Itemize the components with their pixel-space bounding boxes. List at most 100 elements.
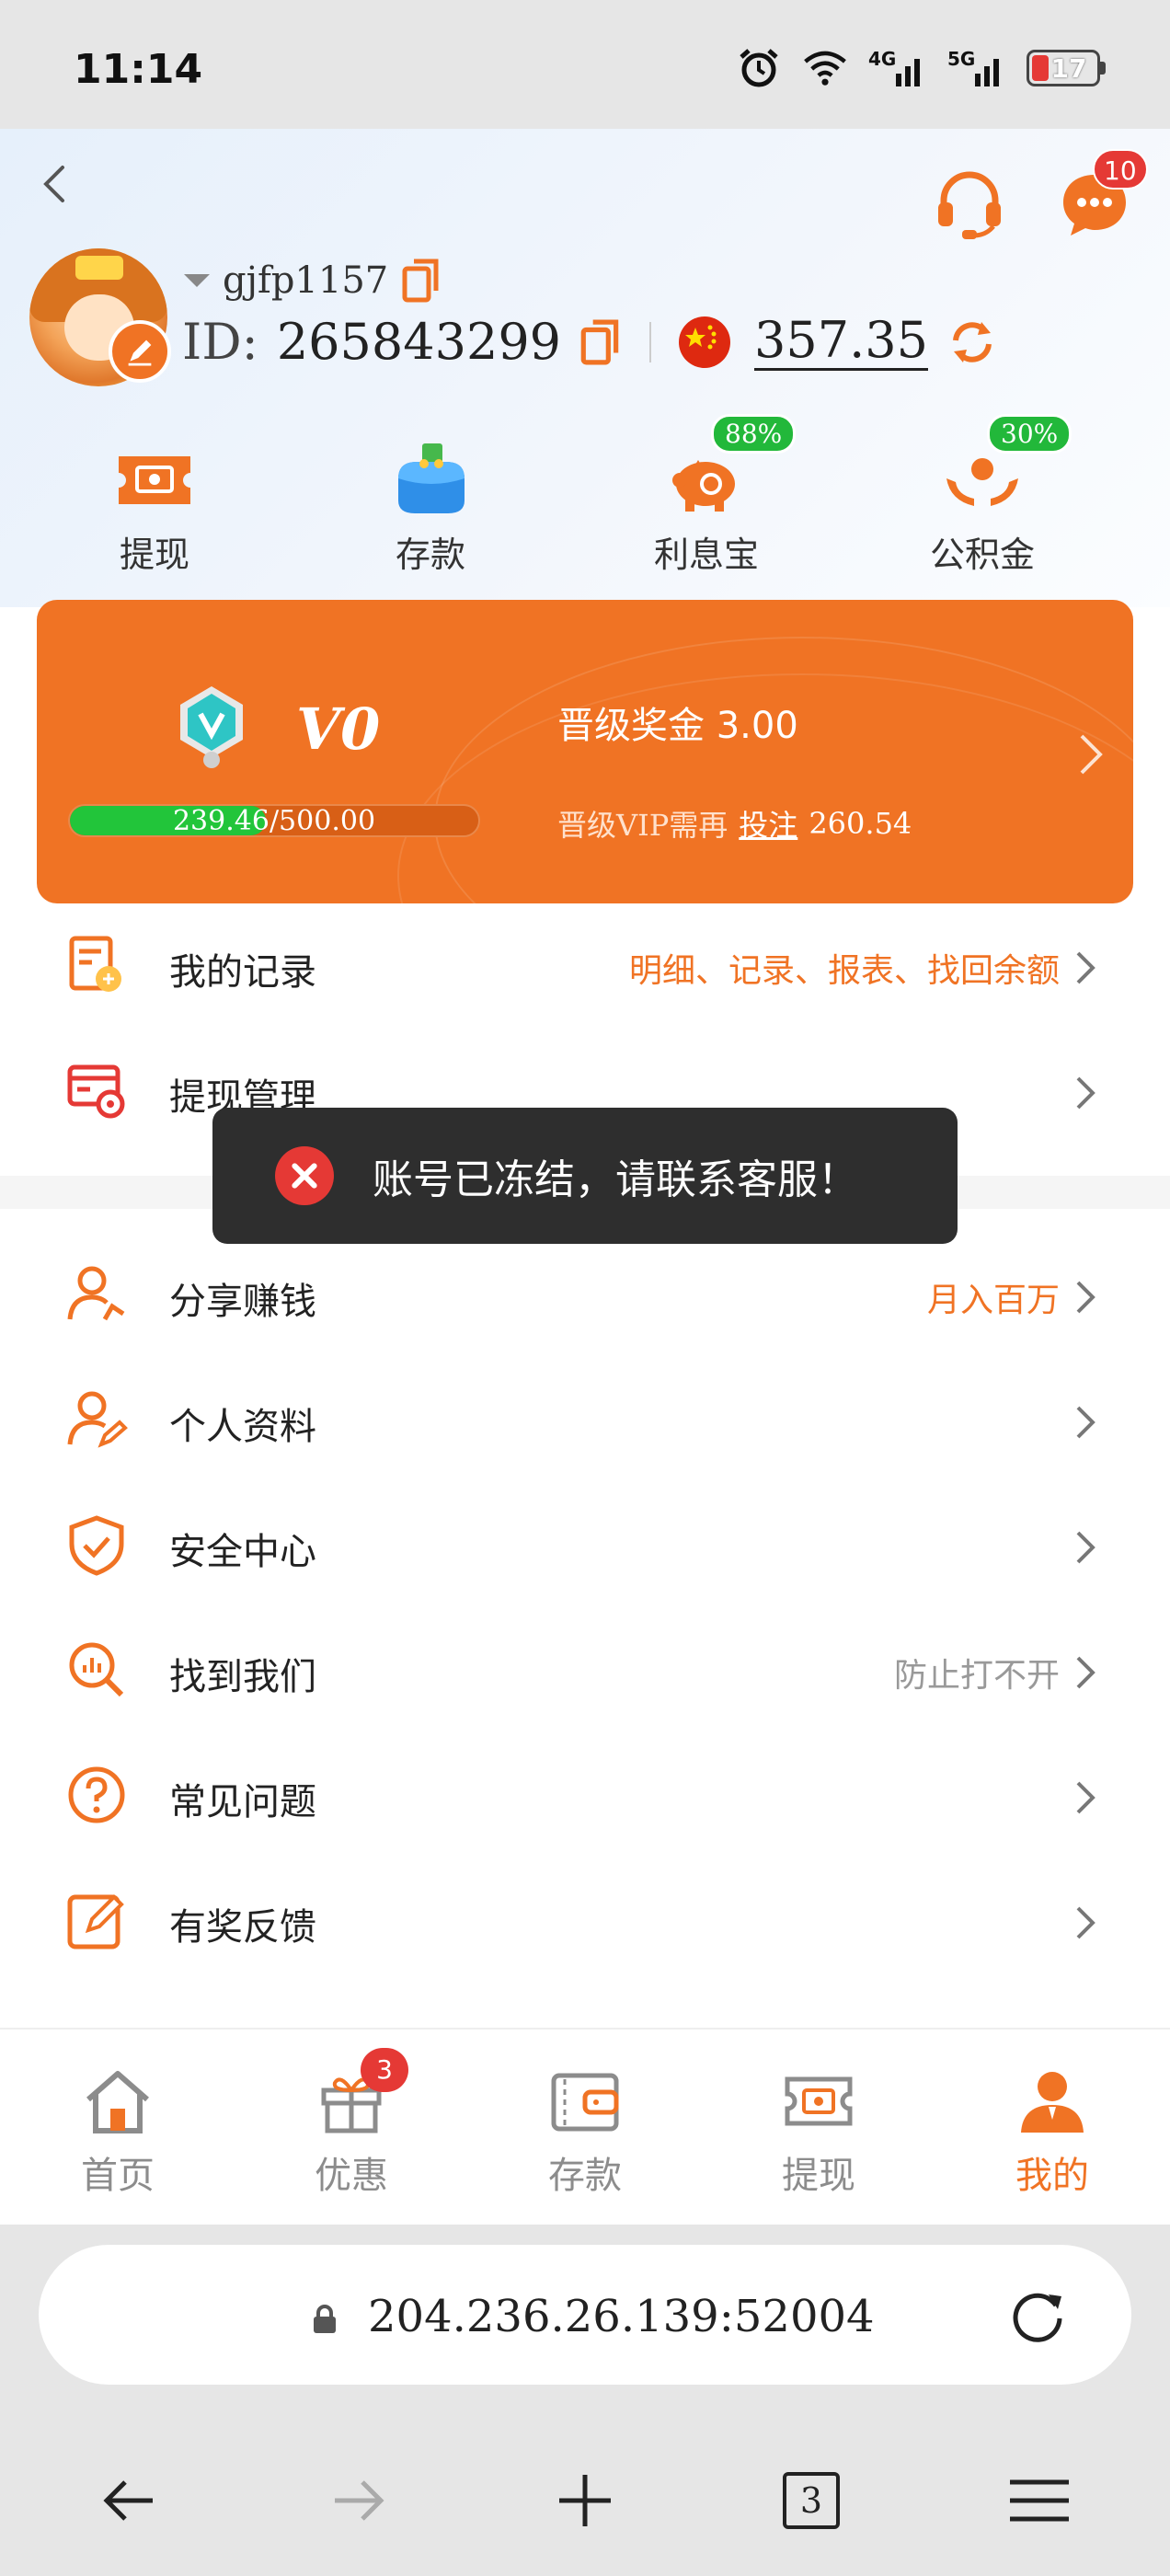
signal-4g-icon: 4G: [868, 48, 927, 88]
menu-item-find-us[interactable]: 找到我们 防止打不开: [0, 1606, 1170, 1731]
bet-link[interactable]: 投注: [739, 802, 797, 845]
id-label: ID:: [182, 313, 258, 371]
tab-mine[interactable]: 我的: [960, 2066, 1144, 2204]
edit-icon: [67, 1894, 124, 1949]
profile-header: 10 gjfp1157 ID: 265843299 357.35 提现 存款 8…: [0, 129, 1170, 607]
edit-avatar-icon[interactable]: [109, 320, 171, 383]
browser-forward-icon[interactable]: [320, 2464, 394, 2537]
quick-action-interest[interactable]: 88% 利息宝: [587, 414, 826, 589]
menu-item-profile[interactable]: 个人资料: [0, 1356, 1170, 1481]
wifi-icon: [802, 48, 848, 88]
menu-item-share[interactable]: 分享赚钱 月入百万: [0, 1231, 1170, 1356]
tab-withdraw[interactable]: 提现: [727, 2066, 911, 2204]
vip-gem-icon: [180, 686, 243, 768]
quick-action-label: 公积金: [929, 535, 1035, 575]
status-icons: 4G 5G 17: [736, 48, 1106, 88]
menu-hint: 月入百万: [926, 1282, 1060, 1319]
message-count-badge: 10: [1093, 149, 1148, 190]
shield-icon: [69, 1515, 124, 1576]
tab-label: 存款: [548, 2155, 622, 2197]
copy-icon[interactable]: [401, 258, 442, 304]
profile-icon: [67, 1391, 128, 1448]
tab-label: 提现: [782, 2155, 855, 2197]
quick-action-label: 利息宝: [653, 535, 759, 575]
username-row: gjfp1157: [184, 258, 442, 304]
menu-label: 个人资料: [169, 1406, 316, 1448]
promotions-badge: 3: [361, 2048, 408, 2092]
user-icon: [1021, 2072, 1084, 2133]
error-icon: [275, 1146, 334, 1205]
china-flag-icon: [679, 316, 731, 368]
menu-icon[interactable]: [1003, 2464, 1076, 2537]
menu-label: 找到我们: [169, 1656, 316, 1698]
share-icon: [67, 1266, 125, 1321]
new-tab-icon[interactable]: [548, 2464, 622, 2537]
menu-hint: 明细、记录、报表、找回余额: [628, 952, 1060, 990]
quick-action-withdraw[interactable]: 提现: [35, 442, 274, 589]
menu-label: 有奖反馈: [169, 1906, 316, 1949]
tab-switcher-button[interactable]: 3: [774, 2464, 848, 2537]
tab-home[interactable]: 首页: [26, 2066, 210, 2204]
menu-label: 安全中心: [169, 1531, 316, 1573]
divider: [649, 321, 652, 362]
back-arrow-icon[interactable]: [28, 156, 83, 212]
chevron-right-icon: [1076, 951, 1095, 984]
interest-rate-badge: 88%: [711, 414, 797, 454]
menu-hint: 防止打不开: [893, 1657, 1060, 1695]
browser-bar: 204.236.26.139:52004 3: [0, 2225, 1170, 2576]
search-doc-icon: [69, 1642, 124, 1697]
vip-level: V0: [296, 696, 381, 763]
menu-item-faq[interactable]: 常见问题: [0, 1731, 1170, 1857]
bet-amount: 260.54: [809, 806, 912, 841]
vip-card[interactable]: V0 晋级奖金 3.00 239.46/500.00 晋级VIP需再 投注 26…: [37, 600, 1133, 903]
chevron-right-icon: [1076, 1281, 1095, 1314]
quick-action-deposit[interactable]: 存款: [311, 442, 550, 589]
status-time: 11:14: [74, 46, 203, 93]
error-toast: 账号已冻结，请联系客服！: [212, 1108, 958, 1244]
customer-service-icon[interactable]: [931, 166, 1008, 243]
wallet-icon: [398, 443, 465, 513]
battery-icon: 17: [1027, 50, 1106, 86]
browser-back-icon[interactable]: [94, 2464, 167, 2537]
menu-label: 常见问题: [169, 1781, 316, 1823]
vip-progress-bar: 239.46/500.00: [68, 804, 480, 837]
reload-icon[interactable]: [1006, 2285, 1069, 2348]
tab-deposit[interactable]: 存款: [493, 2066, 677, 2204]
vip-progress-text: 239.46/500.00: [172, 805, 376, 837]
id-balance-row: ID: 265843299 357.35: [182, 313, 996, 371]
menu-item-records[interactable]: 我的记录 明细、记录、报表、找回余额: [0, 902, 1170, 1027]
copy-id-icon[interactable]: [579, 318, 622, 366]
chevron-right-icon: [1076, 1531, 1095, 1564]
menu-item-security[interactable]: 安全中心: [0, 1481, 1170, 1606]
address-bar[interactable]: 204.236.26.139:52004: [39, 2245, 1131, 2385]
chevron-right-icon: [1080, 734, 1103, 775]
balance-amount[interactable]: 357.35: [754, 313, 928, 371]
tab-label: 我的: [1015, 2155, 1089, 2197]
records-icon: [69, 936, 121, 992]
chevron-right-icon: [1076, 1406, 1095, 1439]
bottom-tab-bar: 首页 3 优惠 存款 提现 我的: [0, 2028, 1170, 2225]
tab-promotions[interactable]: 3 优惠: [259, 2048, 443, 2204]
status-bar: 11:14 4G 5G 17: [0, 0, 1170, 129]
caret-down-icon[interactable]: [184, 274, 210, 287]
url-text[interactable]: 204.236.26.139:52004: [368, 2291, 875, 2342]
vip-requirement: 晋级VIP需再 投注 260.54: [557, 802, 912, 845]
fund-rate-badge: 30%: [987, 414, 1072, 454]
battery-level: 17: [1050, 52, 1087, 84]
alarm-icon: [736, 48, 782, 88]
menu-item-feedback[interactable]: 有奖反馈: [0, 1857, 1170, 1982]
signal-5g-icon: 5G: [947, 48, 1006, 88]
question-icon: [68, 1766, 125, 1823]
tab-label: 首页: [81, 2155, 155, 2197]
withdraw-icon: [785, 2076, 853, 2126]
quick-action-fund[interactable]: 30% 公积金: [863, 414, 1102, 589]
chevron-right-icon: [1076, 1781, 1095, 1814]
tab-count: 3: [783, 2472, 840, 2529]
refresh-balance-icon[interactable]: [948, 318, 996, 366]
username: gjfp1157: [223, 259, 389, 302]
menu-label: 分享赚钱: [169, 1281, 316, 1323]
quick-action-label: 存款: [395, 535, 465, 575]
wallet-icon: [551, 2073, 619, 2132]
user-id: 265843299: [276, 313, 562, 371]
chevron-right-icon: [1076, 1076, 1095, 1110]
